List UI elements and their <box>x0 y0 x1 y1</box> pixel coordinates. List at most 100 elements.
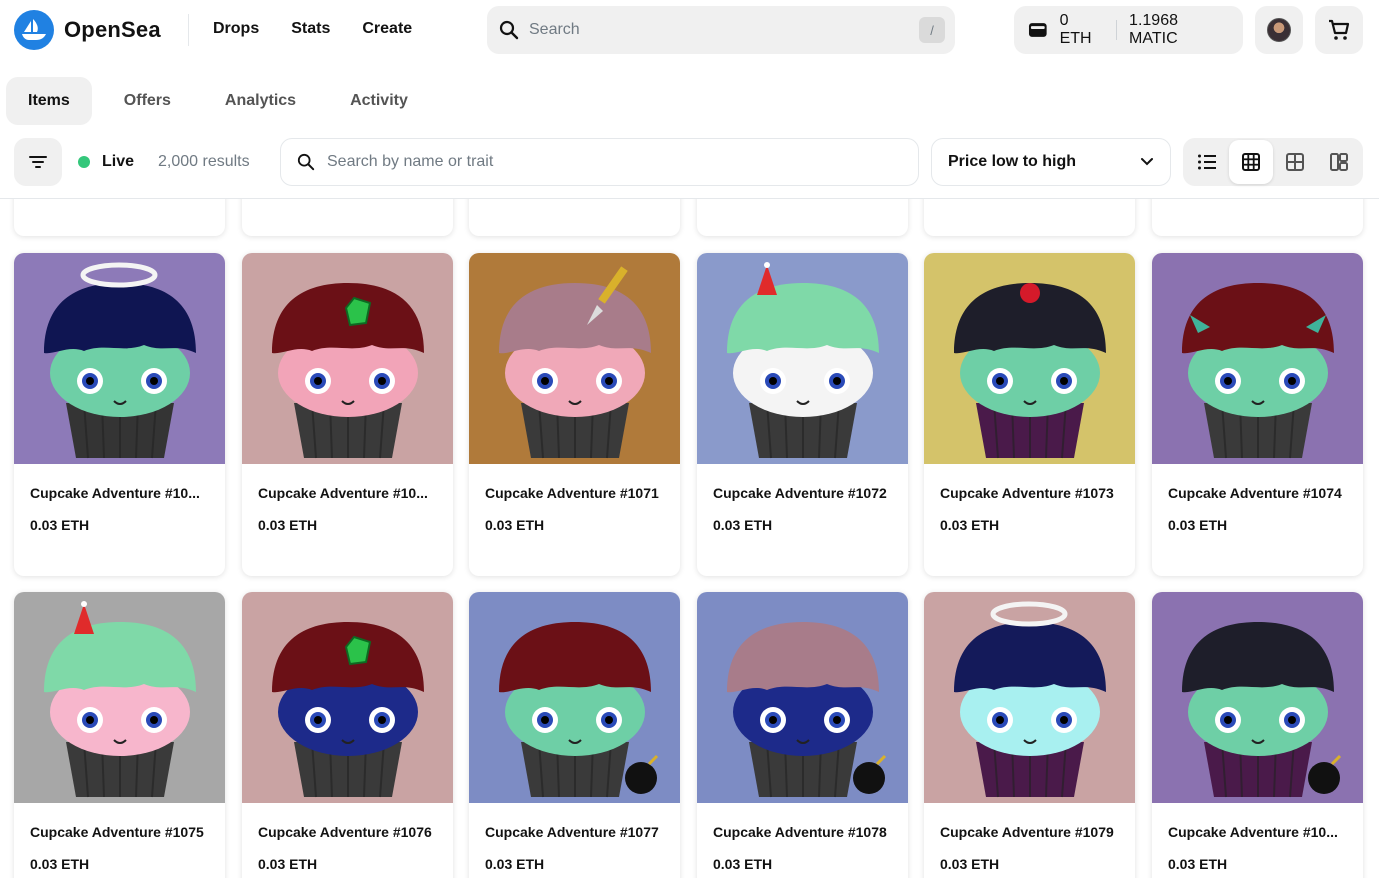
item-name: Cupcake Adventure #1071 <box>485 485 659 501</box>
cart-button[interactable] <box>1315 6 1363 54</box>
item-card-partial[interactable] <box>242 199 453 236</box>
item-image[interactable] <box>1152 253 1363 464</box>
item-card[interactable]: Cupcake Adventure #1073 0.03 ETH <box>924 253 1135 576</box>
nav-link-stats[interactable]: Stats <box>291 20 330 38</box>
cupcake-illustration <box>697 592 908 803</box>
nav-link-create[interactable]: Create <box>362 20 412 38</box>
cupcake-illustration <box>924 253 1135 464</box>
item-price: 0.03 ETH <box>940 517 1000 533</box>
cupcake-illustration <box>469 592 680 803</box>
item-image[interactable] <box>14 592 225 803</box>
opensea-logo-icon <box>14 10 54 50</box>
search-icon <box>499 20 519 40</box>
item-card-partial[interactable] <box>924 199 1135 236</box>
item-name: Cupcake Adventure #1076 <box>258 824 432 840</box>
profile-button[interactable] <box>1255 6 1303 54</box>
item-name: Cupcake Adventure #1079 <box>940 824 1114 840</box>
live-label: Live <box>102 153 135 170</box>
tab-activity[interactable]: Activity <box>328 77 430 125</box>
item-image[interactable] <box>469 253 680 464</box>
item-card[interactable]: Cupcake Adventure #10... 0.03 ETH <box>14 253 225 576</box>
item-price: 0.03 ETH <box>713 856 773 872</box>
mosaic-view-button[interactable] <box>1317 140 1361 184</box>
item-price: 0.03 ETH <box>485 856 545 872</box>
small-grid-view-button[interactable] <box>1229 140 1273 184</box>
item-image[interactable] <box>242 592 453 803</box>
tab-offers[interactable]: Offers <box>102 77 193 125</box>
item-price: 0.03 ETH <box>258 517 318 533</box>
item-card[interactable]: Cupcake Adventure #10... 0.03 ETH <box>1152 592 1363 878</box>
filter-toggle-button[interactable] <box>14 138 62 186</box>
filter-icon <box>29 156 47 168</box>
tab-items[interactable]: Items <box>6 77 92 125</box>
item-card-partial[interactable] <box>1152 199 1363 236</box>
item-price: 0.03 ETH <box>713 517 773 533</box>
cupcake-illustration <box>697 253 908 464</box>
item-card-partial[interactable] <box>14 199 225 236</box>
global-search[interactable]: Search / <box>487 6 955 54</box>
item-price: 0.03 ETH <box>940 856 1000 872</box>
item-image[interactable] <box>924 592 1135 803</box>
item-card[interactable]: Cupcake Adventure #10... 0.03 ETH <box>242 253 453 576</box>
tab-analytics[interactable]: Analytics <box>203 77 318 125</box>
trait-search-placeholder: Search by name or trait <box>327 153 494 170</box>
item-price: 0.03 ETH <box>30 517 90 533</box>
sort-dropdown[interactable]: Price low to high <box>931 138 1171 186</box>
wallet-divider <box>1116 20 1118 40</box>
cupcake-illustration <box>14 592 225 803</box>
item-image[interactable] <box>14 253 225 464</box>
item-name: Cupcake Adventure #1077 <box>485 824 659 840</box>
item-card[interactable]: Cupcake Adventure #1078 0.03 ETH <box>697 592 908 878</box>
item-image[interactable] <box>697 592 908 803</box>
items-grid: Cupcake Adventure #10... 0.03 ETH Cupcake … <box>0 199 1379 878</box>
brand-name: OpenSea <box>64 17 161 42</box>
cupcake-illustration <box>242 253 453 464</box>
item-card-partial[interactable] <box>469 199 680 236</box>
item-card[interactable]: Cupcake Adventure #1071 0.03 ETH <box>469 253 680 576</box>
item-name: Cupcake Adventure #10... <box>30 485 200 501</box>
wallet-balance-button[interactable]: 0 ETH 1.1968 MATIC <box>1014 6 1243 54</box>
trait-search-input[interactable]: Search by name or trait <box>280 138 919 186</box>
search-shortcut-badge: / <box>919 17 945 43</box>
item-name: Cupcake Adventure #1075 <box>30 824 204 840</box>
item-image[interactable] <box>242 253 453 464</box>
item-price: 0.03 ETH <box>485 517 545 533</box>
item-card-partial[interactable] <box>697 199 908 236</box>
filter-bar: Live 2,000 results Search by name or tra… <box>0 130 1379 199</box>
live-status: Live 2,000 results <box>78 153 250 171</box>
cupcake-illustration <box>924 592 1135 803</box>
cart-icon <box>1329 19 1350 40</box>
nav-link-drops[interactable]: Drops <box>213 20 259 38</box>
item-image[interactable] <box>697 253 908 464</box>
item-name: Cupcake Adventure #1074 <box>1168 485 1342 501</box>
item-card[interactable]: Cupcake Adventure #1079 0.03 ETH <box>924 592 1135 878</box>
item-card[interactable]: Cupcake Adventure #1074 0.03 ETH <box>1152 253 1363 576</box>
item-card[interactable]: Cupcake Adventure #1072 0.03 ETH <box>697 253 908 576</box>
item-image[interactable] <box>924 253 1135 464</box>
avatar <box>1267 18 1291 42</box>
cupcake-illustration <box>242 592 453 803</box>
view-mode-switch <box>1183 138 1363 186</box>
large-grid-view-button[interactable] <box>1273 140 1317 184</box>
item-image[interactable] <box>1152 592 1363 803</box>
list-view-icon <box>1198 154 1216 170</box>
matic-balance: 1.1968 MATIC <box>1129 12 1178 47</box>
search-icon <box>297 153 315 171</box>
results-count: 2,000 results <box>158 153 250 170</box>
item-name: Cupcake Adventure #1078 <box>713 824 887 840</box>
cupcake-illustration <box>14 253 225 464</box>
item-card[interactable]: Cupcake Adventure #1076 0.03 ETH <box>242 592 453 878</box>
nav-links: Drops Stats Create <box>213 20 412 38</box>
list-view-button[interactable] <box>1185 140 1229 184</box>
cupcake-illustration <box>469 253 680 464</box>
opensea-logo[interactable]: OpenSea <box>14 10 161 50</box>
live-dot <box>78 156 90 168</box>
item-price: 0.03 ETH <box>30 856 90 872</box>
mosaic-view-icon <box>1330 153 1348 171</box>
item-name: Cupcake Adventure #10... <box>258 485 428 501</box>
cupcake-illustration <box>1152 592 1363 803</box>
search-input[interactable]: Search <box>529 21 919 39</box>
item-card[interactable]: Cupcake Adventure #1075 0.03 ETH <box>14 592 225 878</box>
item-image[interactable] <box>469 592 680 803</box>
item-card[interactable]: Cupcake Adventure #1077 0.03 ETH <box>469 592 680 878</box>
